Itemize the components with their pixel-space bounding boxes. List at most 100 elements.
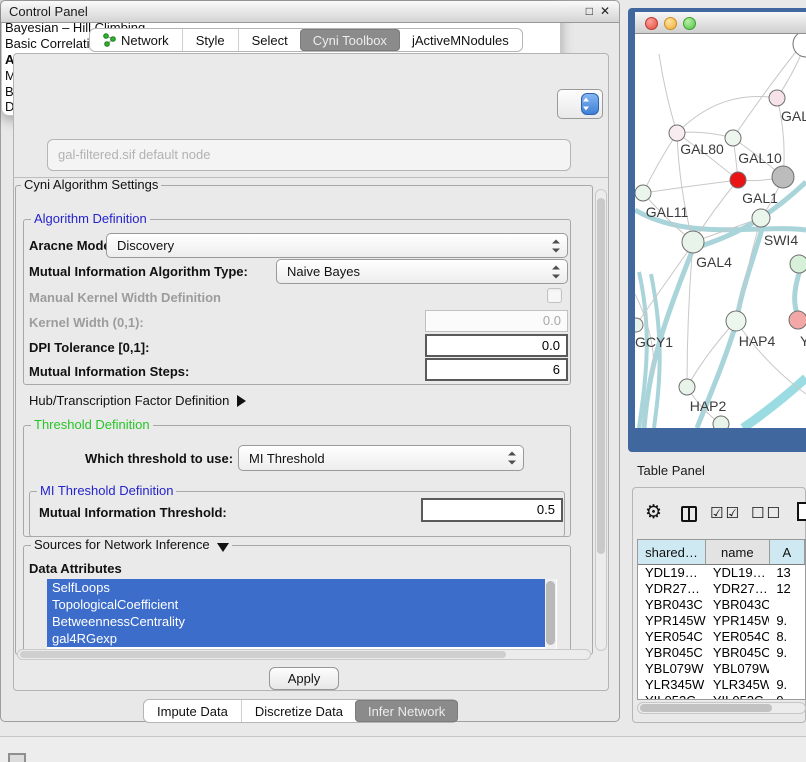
network-node-y[interactable]	[789, 311, 806, 329]
network-node[interactable]	[790, 255, 806, 273]
screenshot-root: Control Panel □ ✕ NetworkStyleSelectCyni…	[0, 0, 806, 762]
scrollbar-thumb[interactable]	[597, 198, 605, 554]
network-node-gal10[interactable]	[725, 130, 741, 146]
tab-impute-data[interactable]: Impute Data	[144, 700, 241, 722]
inference-algorithm-combo-fragment[interactable]	[557, 89, 603, 119]
table-cell: 9.	[769, 613, 805, 629]
tab-style[interactable]: Style	[182, 29, 238, 51]
network-node-gcy1[interactable]	[635, 318, 643, 332]
network-node-gal80[interactable]	[669, 125, 685, 141]
scrollbar-thumb[interactable]	[546, 581, 555, 645]
combo-arrow-button[interactable]	[581, 93, 599, 115]
table-row[interactable]: YIL052CYIL052C9	[638, 693, 805, 700]
zoom-traffic-light-icon[interactable]	[683, 17, 696, 30]
aracne-mode-combo[interactable]: Discovery	[106, 233, 568, 258]
close-window-icon[interactable]: ✕	[600, 4, 610, 18]
minimize-traffic-light-icon[interactable]	[664, 17, 677, 30]
table-row[interactable]: YBR043CYBR043C	[638, 597, 805, 613]
network-node-hap4[interactable]	[726, 311, 746, 331]
settings-group-title: Cyni Algorithm Settings	[21, 178, 161, 192]
which-threshold-combo[interactable]: MI Threshold	[238, 445, 524, 471]
network-node-label: GAL80	[680, 141, 724, 157]
select-all-checkboxes-icon[interactable]: ☑☑	[710, 504, 741, 522]
table-cell: YLR345W	[706, 677, 769, 693]
network-node-gal11[interactable]	[635, 185, 651, 201]
network-selector-field[interactable]: gal-filtered.sif default node	[47, 139, 571, 171]
tab-infer-network[interactable]: Infer Network	[355, 700, 458, 722]
table-row[interactable]: YBL079WYBL079W	[638, 661, 805, 677]
attributes-scrollbar[interactable]	[545, 579, 556, 649]
network-node-hap2[interactable]	[679, 379, 695, 395]
tab-cyni-toolbox[interactable]: Cyni Toolbox	[300, 29, 400, 51]
apply-button[interactable]: Apply	[269, 667, 339, 690]
table-cell: YBR045C	[706, 645, 769, 661]
network-node[interactable]	[713, 416, 729, 428]
document-icon[interactable]	[797, 502, 806, 521]
table-cell	[769, 597, 805, 613]
manual-kernel-checkbox[interactable]	[547, 288, 562, 303]
network-node-label: HAP4	[739, 333, 776, 349]
mi-steps-field[interactable]: 6	[425, 358, 568, 381]
data-attribute-item[interactable]: gal4RGexp	[47, 630, 545, 647]
network-edge	[643, 133, 677, 193]
mi-threshold-field[interactable]: 0.5	[421, 498, 563, 522]
table-cell: YER054C	[638, 629, 706, 645]
updown-arrows-icon	[552, 265, 560, 278]
network-view-canvas[interactable]: GALGAL80GAL10GAL1GAL11SWI4GAL4GCY1HAP4YH…	[635, 34, 806, 428]
table-row[interactable]: YBR045CYBR045C9.	[638, 645, 805, 661]
table-row[interactable]: YDL19…YDL19…13	[638, 565, 805, 581]
collapsed-arrow-icon	[237, 395, 246, 407]
hub-definition-toggle[interactable]: Hub/Transcription Factor Definition	[29, 393, 246, 408]
sources-group-title[interactable]: Sources for Network Inference	[31, 538, 232, 552]
bottom-tabbar: Impute DataDiscretize Data Infer Network	[143, 699, 458, 723]
float-window-icon[interactable]: □	[586, 4, 593, 18]
updown-arrows-icon	[552, 239, 560, 252]
mi-type-combo[interactable]: Naive Bayes	[276, 259, 568, 284]
network-graph: GALGAL80GAL10GAL1GAL11SWI4GAL4GCY1HAP4YH…	[635, 34, 806, 428]
tab-select[interactable]: Select	[238, 29, 301, 51]
table-row[interactable]: YPR145WYPR145W9.	[638, 613, 805, 629]
data-attribute-item[interactable]: TopologicalCoefficient	[47, 596, 545, 613]
deselect-all-checkboxes-icon[interactable]: ☐☐	[751, 504, 782, 522]
tab-network[interactable]: Network	[90, 29, 182, 51]
table-row[interactable]: YLR345WYLR345W9.	[638, 677, 805, 693]
network-node-swi4[interactable]	[752, 209, 770, 227]
data-attribute-item[interactable]: BetweennessCentrality	[47, 613, 545, 630]
data-attribute-item[interactable]: SelfLoops	[47, 579, 545, 596]
tab-label: Infer Network	[368, 704, 445, 719]
network-node[interactable]	[772, 166, 794, 188]
network-node-label: GCY1	[635, 334, 673, 350]
tab-discretize-data[interactable]: Discretize Data	[241, 700, 356, 722]
expanded-arrow-icon	[217, 543, 229, 552]
updown-arrows-icon	[508, 452, 516, 465]
minimized-panel-button[interactable]	[8, 753, 26, 762]
column-header[interactable]: A	[770, 540, 805, 565]
settings-horizontal-scrollbar[interactable]	[17, 649, 591, 660]
table-horizontal-scrollbar[interactable]	[637, 702, 806, 714]
network-node-label: SWI4	[764, 232, 798, 248]
tab-jactivemnodules[interactable]: jActiveMNodules	[399, 29, 522, 51]
table-row[interactable]: YDR27…YDR27…12	[638, 581, 805, 597]
control-panel-title: Control Panel	[9, 4, 88, 19]
column-layout-icon[interactable]	[681, 506, 697, 522]
scrollbar-thumb[interactable]	[20, 651, 506, 658]
table-row[interactable]: YER054CYER054C8.	[638, 629, 805, 645]
table-cell: YIL052C	[638, 693, 706, 700]
table-cell: 8.	[769, 629, 805, 645]
settings-vertical-scrollbar[interactable]	[595, 189, 607, 651]
network-node-gal4[interactable]	[682, 231, 704, 253]
column-header[interactable]: name	[706, 540, 770, 565]
gear-icon[interactable]: ⚙	[645, 501, 662, 524]
scrollbar-thumb[interactable]	[640, 704, 772, 712]
network-node-gal1[interactable]	[730, 172, 746, 188]
dpi-tolerance-field[interactable]: 0.0	[425, 334, 568, 357]
kernel-width-field[interactable]: 0.0	[425, 310, 568, 332]
data-attributes-label: Data Attributes	[29, 561, 122, 576]
network-edge	[743, 378, 806, 428]
network-icon	[103, 33, 116, 47]
table-cell: YPR145W	[638, 613, 706, 629]
table-panel-title: Table Panel	[637, 463, 705, 478]
close-traffic-light-icon[interactable]	[645, 17, 658, 30]
network-node-gal[interactable]	[769, 90, 785, 106]
column-header[interactable]: shared…	[638, 540, 706, 565]
